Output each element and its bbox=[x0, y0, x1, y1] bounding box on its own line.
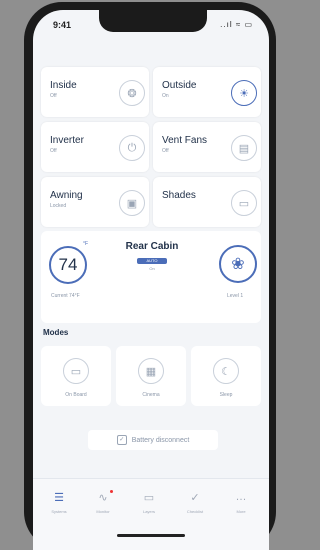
mode-cinema[interactable]: ▦ Cinema bbox=[116, 346, 186, 406]
mode-badge[interactable]: AUTO bbox=[137, 258, 167, 264]
tile-inside[interactable]: Inside Off ❂ bbox=[41, 67, 149, 117]
sun-icon[interactable]: ☀ bbox=[231, 80, 257, 106]
mode-label: Cinema bbox=[142, 392, 160, 398]
power-icon[interactable]: ⏻ bbox=[119, 135, 145, 161]
tile-status: Off bbox=[162, 148, 169, 154]
tab-label: More bbox=[236, 509, 246, 514]
sleep-icon: ☾ bbox=[213, 358, 239, 384]
tab-layers[interactable]: ▭ Layers bbox=[129, 491, 169, 514]
tile-awning[interactable]: Awning Locked ▣ bbox=[41, 177, 149, 227]
tile-title: Inverter bbox=[50, 135, 84, 146]
mode-label: On Board bbox=[65, 392, 87, 398]
tab-bar: ☰ Systems ∿ Monitor ▭ Layers ✓ Checklist… bbox=[33, 478, 269, 550]
tile-title: Inside bbox=[50, 80, 77, 91]
battery-disconnect-button[interactable]: ✓ Battery disconnect bbox=[88, 430, 218, 450]
awning-icon[interactable]: ▣ bbox=[119, 190, 145, 216]
shades-icon[interactable]: ▭ bbox=[231, 190, 257, 216]
tile-status: Off bbox=[50, 148, 57, 154]
fan-level-label: Level 1 bbox=[227, 293, 244, 299]
vent-icon[interactable]: ▤ bbox=[231, 135, 257, 161]
monitor-icon: ∿ bbox=[98, 492, 108, 504]
temperature-dial[interactable]: 74 bbox=[49, 246, 87, 284]
tile-status: Off bbox=[50, 93, 57, 99]
on-board-icon: ▭ bbox=[63, 358, 89, 384]
temperature-label: Current 74°F bbox=[51, 293, 80, 299]
tile-shades[interactable]: Shades ▭ bbox=[153, 177, 261, 227]
tile-title: Vent Fans bbox=[162, 135, 208, 146]
more-icon: … bbox=[235, 491, 247, 503]
tile-status: On bbox=[162, 93, 169, 99]
battery-disconnect-label: Battery disconnect bbox=[131, 436, 190, 444]
mode-on-board[interactable]: ▭ On Board bbox=[41, 346, 111, 406]
tab-label: Checklist bbox=[186, 509, 204, 514]
bulb-icon[interactable]: ❂ bbox=[119, 80, 145, 106]
status-time: 9:41 bbox=[53, 20, 72, 30]
tile-vent-fans[interactable]: Vent Fans Off ▤ bbox=[153, 122, 261, 172]
tile-inverter[interactable]: Inverter Off ⏻ bbox=[41, 122, 149, 172]
status-icons: ..ıl ≈ ▭ bbox=[220, 20, 253, 29]
tile-outside[interactable]: Outside On ☀ bbox=[153, 67, 261, 117]
modes-heading: Modes bbox=[43, 328, 69, 337]
rear-cabin-panel: 74 °F Current 74°F Rear Cabin AUTO On ❀ … bbox=[41, 231, 261, 323]
tile-status: Locked bbox=[50, 203, 67, 209]
layers-icon: ▭ bbox=[143, 492, 155, 504]
tab-more[interactable]: … More bbox=[221, 491, 261, 514]
temperature-unit: °F bbox=[83, 241, 89, 247]
tile-title: Awning bbox=[50, 190, 83, 201]
home-indicator bbox=[117, 534, 185, 537]
tab-monitor[interactable]: ∿ Monitor bbox=[83, 490, 123, 514]
fan-icon[interactable]: ❀ bbox=[219, 245, 257, 283]
notch bbox=[99, 10, 207, 32]
tab-checklist[interactable]: ✓ Checklist bbox=[175, 491, 215, 514]
mode-label: Sleep bbox=[219, 392, 233, 398]
checkbox-icon[interactable]: ✓ bbox=[116, 435, 127, 445]
notification-dot bbox=[110, 490, 113, 493]
tile-title: Shades bbox=[162, 190, 196, 201]
cinema-icon: ▦ bbox=[138, 358, 164, 384]
tab-systems[interactable]: ☰ Systems bbox=[39, 491, 79, 514]
cabin-title: Rear Cabin bbox=[125, 241, 179, 252]
tile-title: Outside bbox=[162, 80, 197, 91]
mode-sleep[interactable]: ☾ Sleep bbox=[191, 346, 261, 406]
mode-status: On bbox=[149, 266, 155, 271]
app-screen: 9:41 ..ıl ≈ ▭ Inside Off ❂ Outside On ☀ … bbox=[33, 10, 269, 550]
tab-label: Monitor bbox=[96, 509, 110, 514]
tab-label: Systems bbox=[51, 509, 67, 514]
systems-icon: ☰ bbox=[54, 492, 64, 504]
tab-label: Layers bbox=[142, 509, 155, 514]
checklist-icon: ✓ bbox=[190, 492, 200, 504]
